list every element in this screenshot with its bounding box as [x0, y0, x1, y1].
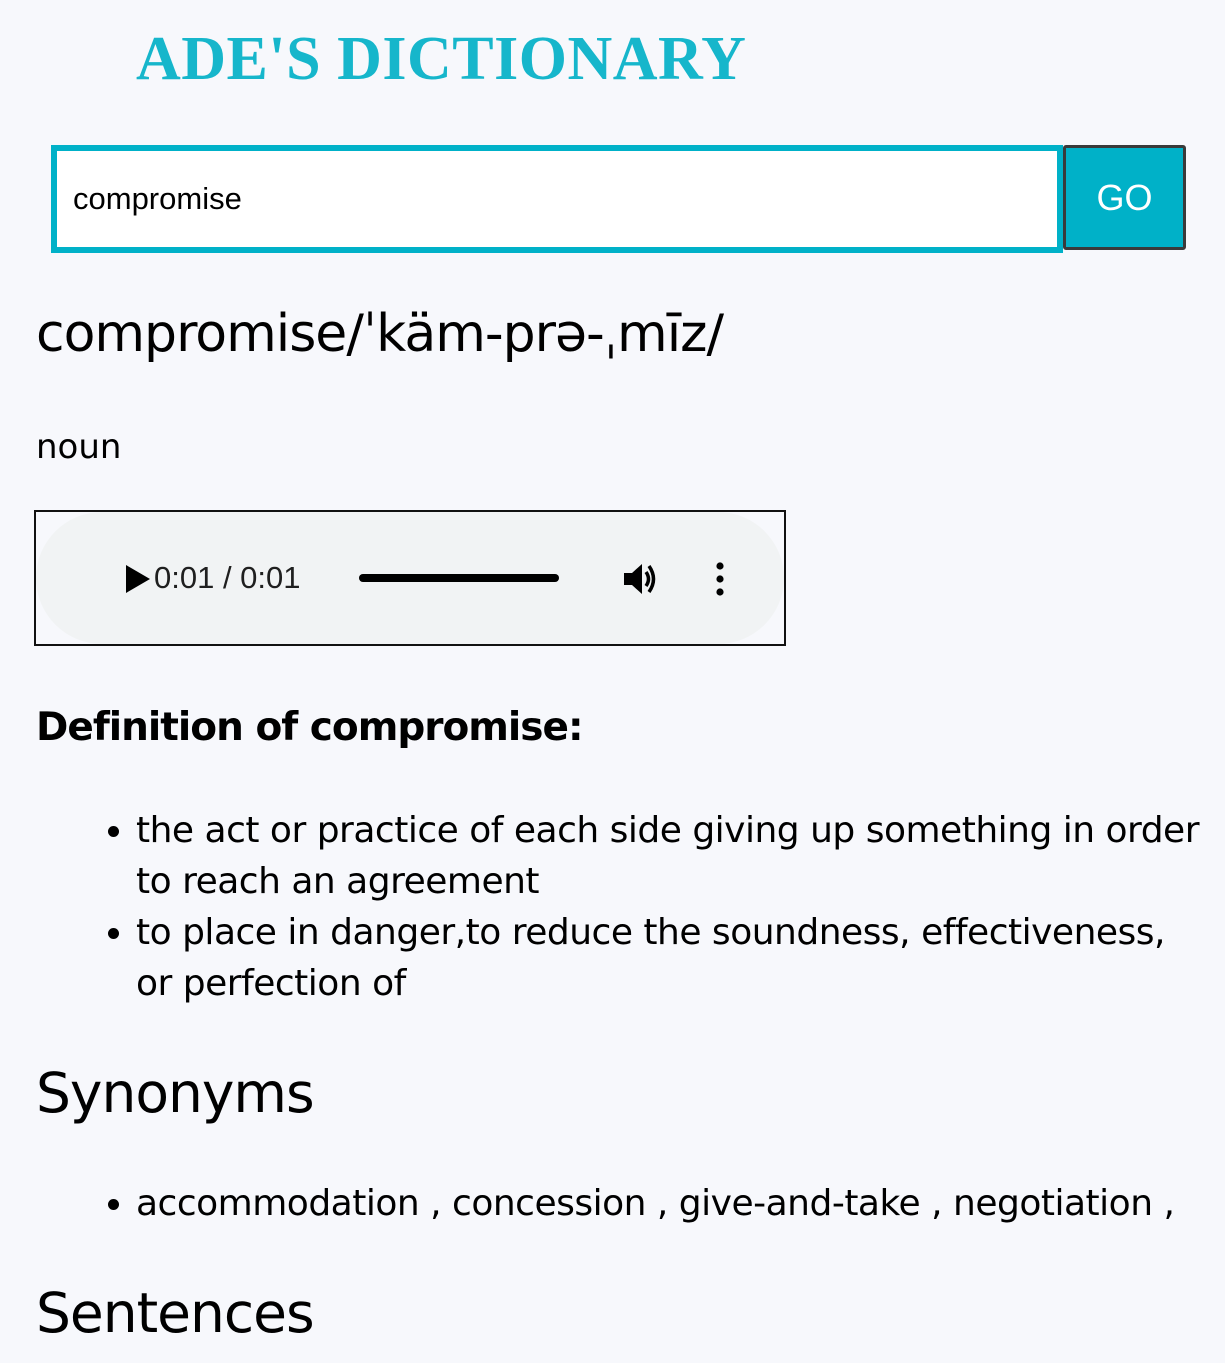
- definition-list: the act or practice of each side giving …: [0, 805, 1206, 1009]
- definition-heading: Definition of compromise:: [36, 705, 584, 750]
- word-text: compromise: [36, 304, 347, 364]
- definition-item: the act or practice of each side giving …: [136, 805, 1206, 907]
- audio-time: 0:01 / 0:01: [154, 560, 301, 595]
- synonym-item: accommodation , concession , give-and-ta…: [136, 1178, 1206, 1229]
- pronunciation-text: /ˈkäm-prə-ˌmīz/: [346, 304, 724, 364]
- audio-player: 0:01 / 0:01: [34, 510, 786, 646]
- audio-controls: 0:01 / 0:01: [36, 512, 784, 644]
- volume-icon[interactable]: [620, 559, 660, 599]
- more-options-icon[interactable]: [708, 559, 732, 599]
- definition-item: to place in danger,to reduce the soundne…: [136, 907, 1206, 1009]
- app-title: ADE'S DICTIONARY: [136, 25, 747, 93]
- search-input[interactable]: [51, 145, 1063, 253]
- audio-progress-slider[interactable]: [359, 574, 559, 582]
- synonym-list: accommodation , concession , give-and-ta…: [0, 1178, 1206, 1229]
- part-of-speech: noun: [36, 427, 122, 467]
- synonyms-heading: Synonyms: [36, 1061, 315, 1125]
- audio-progress-fill: [359, 574, 559, 582]
- play-icon[interactable]: [120, 561, 156, 597]
- sentences-heading: Sentences: [36, 1281, 315, 1345]
- word-heading: compromise/ˈkäm-prə-ˌmīz/: [36, 303, 724, 365]
- go-button[interactable]: GO: [1063, 145, 1186, 250]
